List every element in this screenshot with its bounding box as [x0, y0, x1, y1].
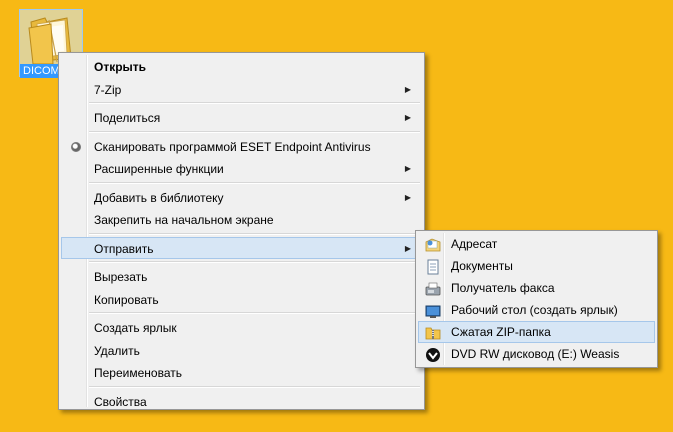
menu-item-copy[interactable]: Копировать: [61, 288, 422, 311]
menu-item-cut[interactable]: Вырезать: [61, 265, 422, 288]
submenu-arrow-icon: ▶: [404, 84, 411, 94]
submenu-item-label: Рабочий стол (создать ярлык): [451, 303, 618, 317]
menu-item-advanced[interactable]: Расширенные функции ▶: [61, 157, 422, 180]
submenu-arrow-icon: ▶: [404, 243, 411, 253]
menu-item-label: Свойства: [94, 394, 147, 409]
dvd-drive-icon: [426, 348, 440, 362]
menu-item-pin-to-start[interactable]: Закрепить на начальном экране: [61, 208, 422, 231]
menu-item-label: 7-Zip: [94, 82, 122, 97]
submenu-item-label: Документы: [451, 259, 513, 273]
menu-separator: [89, 102, 420, 104]
send-to-submenu: Адресат Документы Получатель факса Рабоч…: [415, 230, 658, 368]
zip-folder-icon: [425, 327, 441, 340]
menu-item-7zip[interactable]: 7-Zip ▶: [61, 78, 422, 101]
menu-item-label: Сканировать программой ESET Endpoint Ant…: [94, 139, 371, 154]
submenu-item-label: Сжатая ZIP-папка: [451, 325, 551, 339]
menu-item-open[interactable]: Открыть: [61, 55, 422, 78]
menu-item-label: Открыть: [94, 60, 147, 74]
send-to-desktop-shortcut[interactable]: Рабочий стол (создать ярлык): [418, 299, 655, 321]
menu-item-create-shortcut[interactable]: Создать ярлык: [61, 316, 422, 339]
submenu-item-label: Получатель факса: [451, 281, 555, 295]
submenu-arrow-icon: ▶: [404, 113, 411, 122]
menu-item-eset-scan[interactable]: Сканировать программой ESET Endpoint Ant…: [61, 135, 422, 158]
menu-item-label: Вырезать: [94, 270, 148, 284]
send-to-mail-recipient[interactable]: Адресат: [418, 233, 655, 255]
menu-item-label: Расширенные функции: [94, 162, 224, 176]
menu-item-label: Поделиться: [94, 111, 161, 125]
menu-item-label: Переименовать: [94, 366, 182, 380]
mail-recipient-icon: [425, 238, 441, 252]
send-to-fax-recipient[interactable]: Получатель факса: [418, 277, 655, 299]
documents-icon: [427, 259, 439, 275]
send-to-zip-folder[interactable]: Сжатая ZIP-папка: [418, 321, 655, 343]
menu-separator: [89, 312, 420, 314]
menu-item-label: Удалить: [94, 343, 140, 358]
desktop-icon: [425, 305, 441, 318]
menu-separator: [89, 261, 420, 263]
submenu-item-label: DVD RW дисковод (E:) Weasis: [451, 347, 620, 361]
submenu-item-label: Адресат: [451, 237, 498, 251]
menu-item-label: Копировать: [94, 292, 159, 307]
menu-item-label: Закрепить на начальном экране: [94, 213, 274, 227]
submenu-arrow-icon: ▶: [404, 164, 411, 173]
menu-separator: [89, 385, 420, 388]
menu-separator: [89, 181, 420, 184]
context-menu: Открыть 7-Zip ▶ Поделиться ▶ Сканировать…: [58, 52, 425, 410]
menu-separator: [89, 130, 420, 133]
menu-item-properties[interactable]: Свойства: [61, 390, 422, 413]
menu-item-delete[interactable]: Удалить: [61, 339, 422, 362]
fax-icon: [425, 282, 441, 296]
submenu-arrow-icon: ▶: [404, 192, 411, 202]
menu-item-label: Отправить: [94, 241, 154, 256]
menu-item-label: Создать ярлык: [94, 321, 177, 335]
send-to-dvd-drive[interactable]: DVD RW дисковод (E:) Weasis: [418, 343, 655, 365]
menu-item-send-to[interactable]: Отправить ▶: [61, 236, 422, 259]
menu-item-add-to-library[interactable]: Добавить в библиотеку ▶: [61, 186, 422, 209]
menu-item-label: Добавить в библиотеку: [94, 190, 224, 205]
menu-item-share[interactable]: Поделиться ▶: [61, 106, 422, 129]
menu-separator: [89, 232, 420, 235]
send-to-documents[interactable]: Документы: [418, 255, 655, 277]
eset-icon: [71, 141, 81, 152]
menu-item-rename[interactable]: Переименовать: [61, 361, 422, 384]
